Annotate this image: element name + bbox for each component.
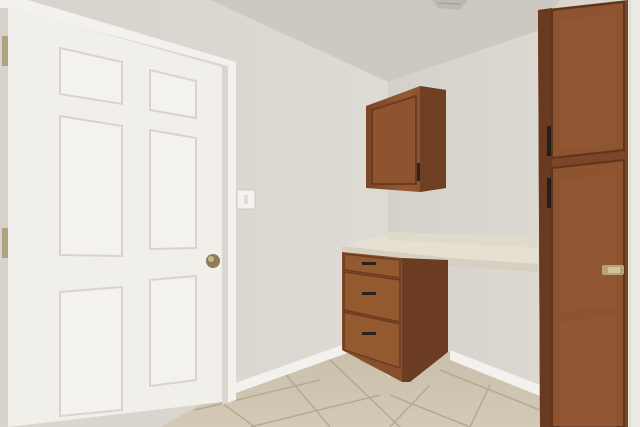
light-switch-icon[interactable] [236,189,256,210]
pantry-handle-lower [547,178,551,208]
drawer-pull-middle [362,292,376,295]
drawer-pull-top [362,262,376,265]
door-hinge-top [2,36,8,66]
drawer-pull-bottom [362,332,376,335]
room-illustration [0,0,640,427]
door-knob-icon[interactable] [206,254,220,268]
upper-cabinet[interactable] [366,86,446,192]
door-casing-shadow [222,66,228,405]
pantry-latch-icon [602,265,624,275]
cabinet-handle-icon[interactable] [417,163,420,181]
door-hinge-bottom [2,228,8,258]
pantry-handle-upper [547,126,551,156]
photo-scene [0,0,640,427]
tall-pantry-cabinet[interactable] [538,0,628,427]
